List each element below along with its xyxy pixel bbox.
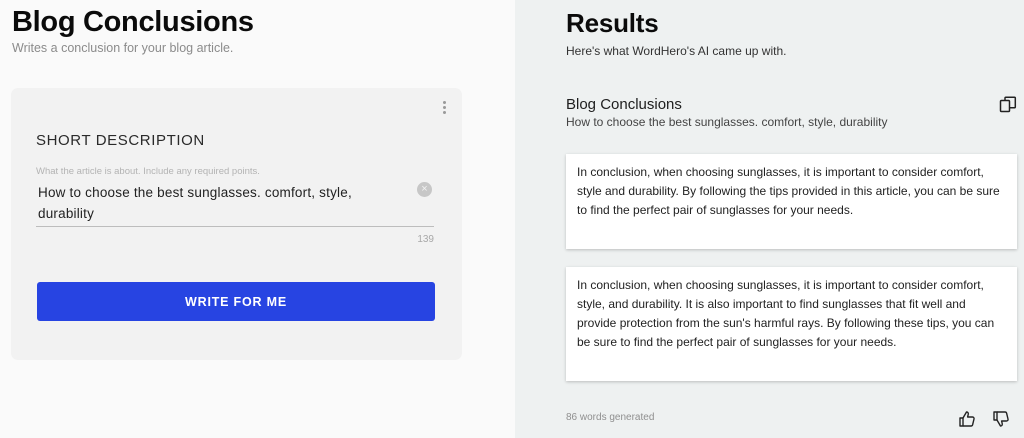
results-pane: Results Here's what WordHero's AI came u… <box>515 0 1024 438</box>
kebab-dot <box>442 111 446 114</box>
kebab-dot <box>442 101 446 104</box>
clear-input-icon[interactable]: × <box>417 182 432 197</box>
words-generated-count: 86 words generated <box>566 412 655 423</box>
results-subtitle: Here's what WordHero's AI came up with. <box>566 44 787 58</box>
short-description-hint: What the article is about. Include any r… <box>36 166 260 177</box>
copy-icon[interactable] <box>999 96 1017 114</box>
results-title: Results <box>566 8 659 38</box>
short-description-label: SHORT DESCRIPTION <box>36 132 205 149</box>
kebab-dot <box>442 106 446 109</box>
result-card[interactable]: In conclusion, when choosing sunglasses,… <box>566 267 1017 381</box>
thumbs-up-icon[interactable] <box>958 410 976 428</box>
input-form-card: SHORT DESCRIPTION What the article is ab… <box>11 88 462 360</box>
character-count: 139 <box>417 234 434 245</box>
thumbs-down-icon[interactable] <box>992 410 1010 428</box>
input-underline <box>36 226 434 227</box>
short-description-input[interactable]: How to choose the best sunglasses. comfo… <box>36 180 436 228</box>
page-subtitle: Writes a conclusion for your blog articl… <box>12 41 234 55</box>
result-tool-heading: Blog Conclusions <box>566 96 682 113</box>
result-card[interactable]: In conclusion, when choosing sunglasses,… <box>566 154 1017 249</box>
write-for-me-button[interactable]: WRITE FOR ME <box>37 282 435 321</box>
page-title: Blog Conclusions <box>12 6 254 38</box>
input-pane: Blog Conclusions Writes a conclusion for… <box>0 0 515 438</box>
kebab-menu-icon[interactable] <box>441 101 447 114</box>
result-input-description: How to choose the best sunglasses. comfo… <box>566 115 888 129</box>
